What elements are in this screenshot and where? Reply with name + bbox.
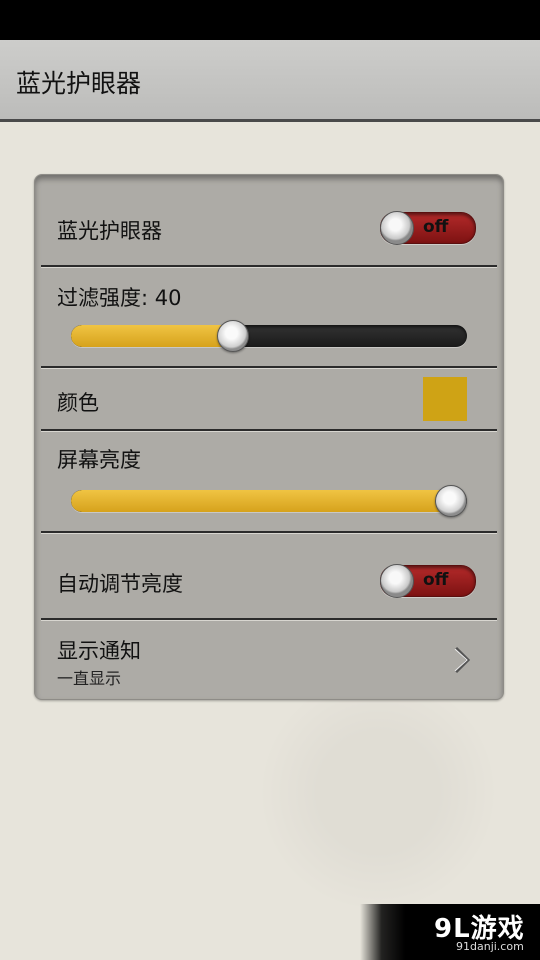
page-title: 蓝光护眼器 (16, 69, 142, 98)
brightness-track[interactable] (71, 490, 467, 512)
notification-row[interactable]: 显示通知 一直显示 (35, 621, 503, 699)
auto-brightness-label: 自动调节亮度 (57, 572, 183, 596)
color-label: 颜色 (57, 391, 99, 415)
color-row[interactable]: 颜色 (35, 369, 503, 431)
app-bar: 蓝光护眼器 (0, 40, 540, 122)
chevron-right-icon[interactable] (451, 645, 473, 675)
status-bar (0, 0, 540, 40)
toggle-knob-icon (380, 211, 414, 245)
toggle-knob-icon (380, 564, 414, 598)
color-swatch[interactable] (423, 377, 467, 421)
auto-brightness-toggle[interactable]: off (380, 564, 476, 598)
filter-strength-track[interactable] (71, 325, 467, 347)
toggle-state-text: off (423, 570, 449, 590)
brightness-row: 屏幕亮度 (35, 432, 503, 532)
filter-strength-label: 过滤强度: 40 (57, 286, 182, 310)
settings-panel: 蓝光护眼器 off 过滤强度: 40 颜色 屏幕亮度 自动调节亮度 off 显示… (34, 174, 504, 700)
notification-value: 一直显示 (57, 669, 122, 688)
brightness-fill (71, 490, 451, 512)
toggle-state-text: off (423, 217, 449, 237)
auto-brightness-row: 自动调节亮度 off (35, 534, 503, 618)
brightness-label: 屏幕亮度 (57, 448, 141, 472)
watermark-url: 91danji.com (456, 940, 524, 953)
filter-strength-fill (71, 325, 233, 347)
blue-filter-label: 蓝光护眼器 (57, 219, 162, 243)
notification-label: 显示通知 (57, 639, 141, 663)
filter-strength-thumb[interactable] (216, 320, 249, 352)
blue-filter-toggle[interactable]: off (380, 211, 476, 245)
brightness-thumb[interactable] (435, 485, 467, 517)
blue-filter-row: 蓝光护眼器 off (35, 175, 503, 267)
filter-strength-row: 过滤强度: 40 (35, 268, 503, 368)
